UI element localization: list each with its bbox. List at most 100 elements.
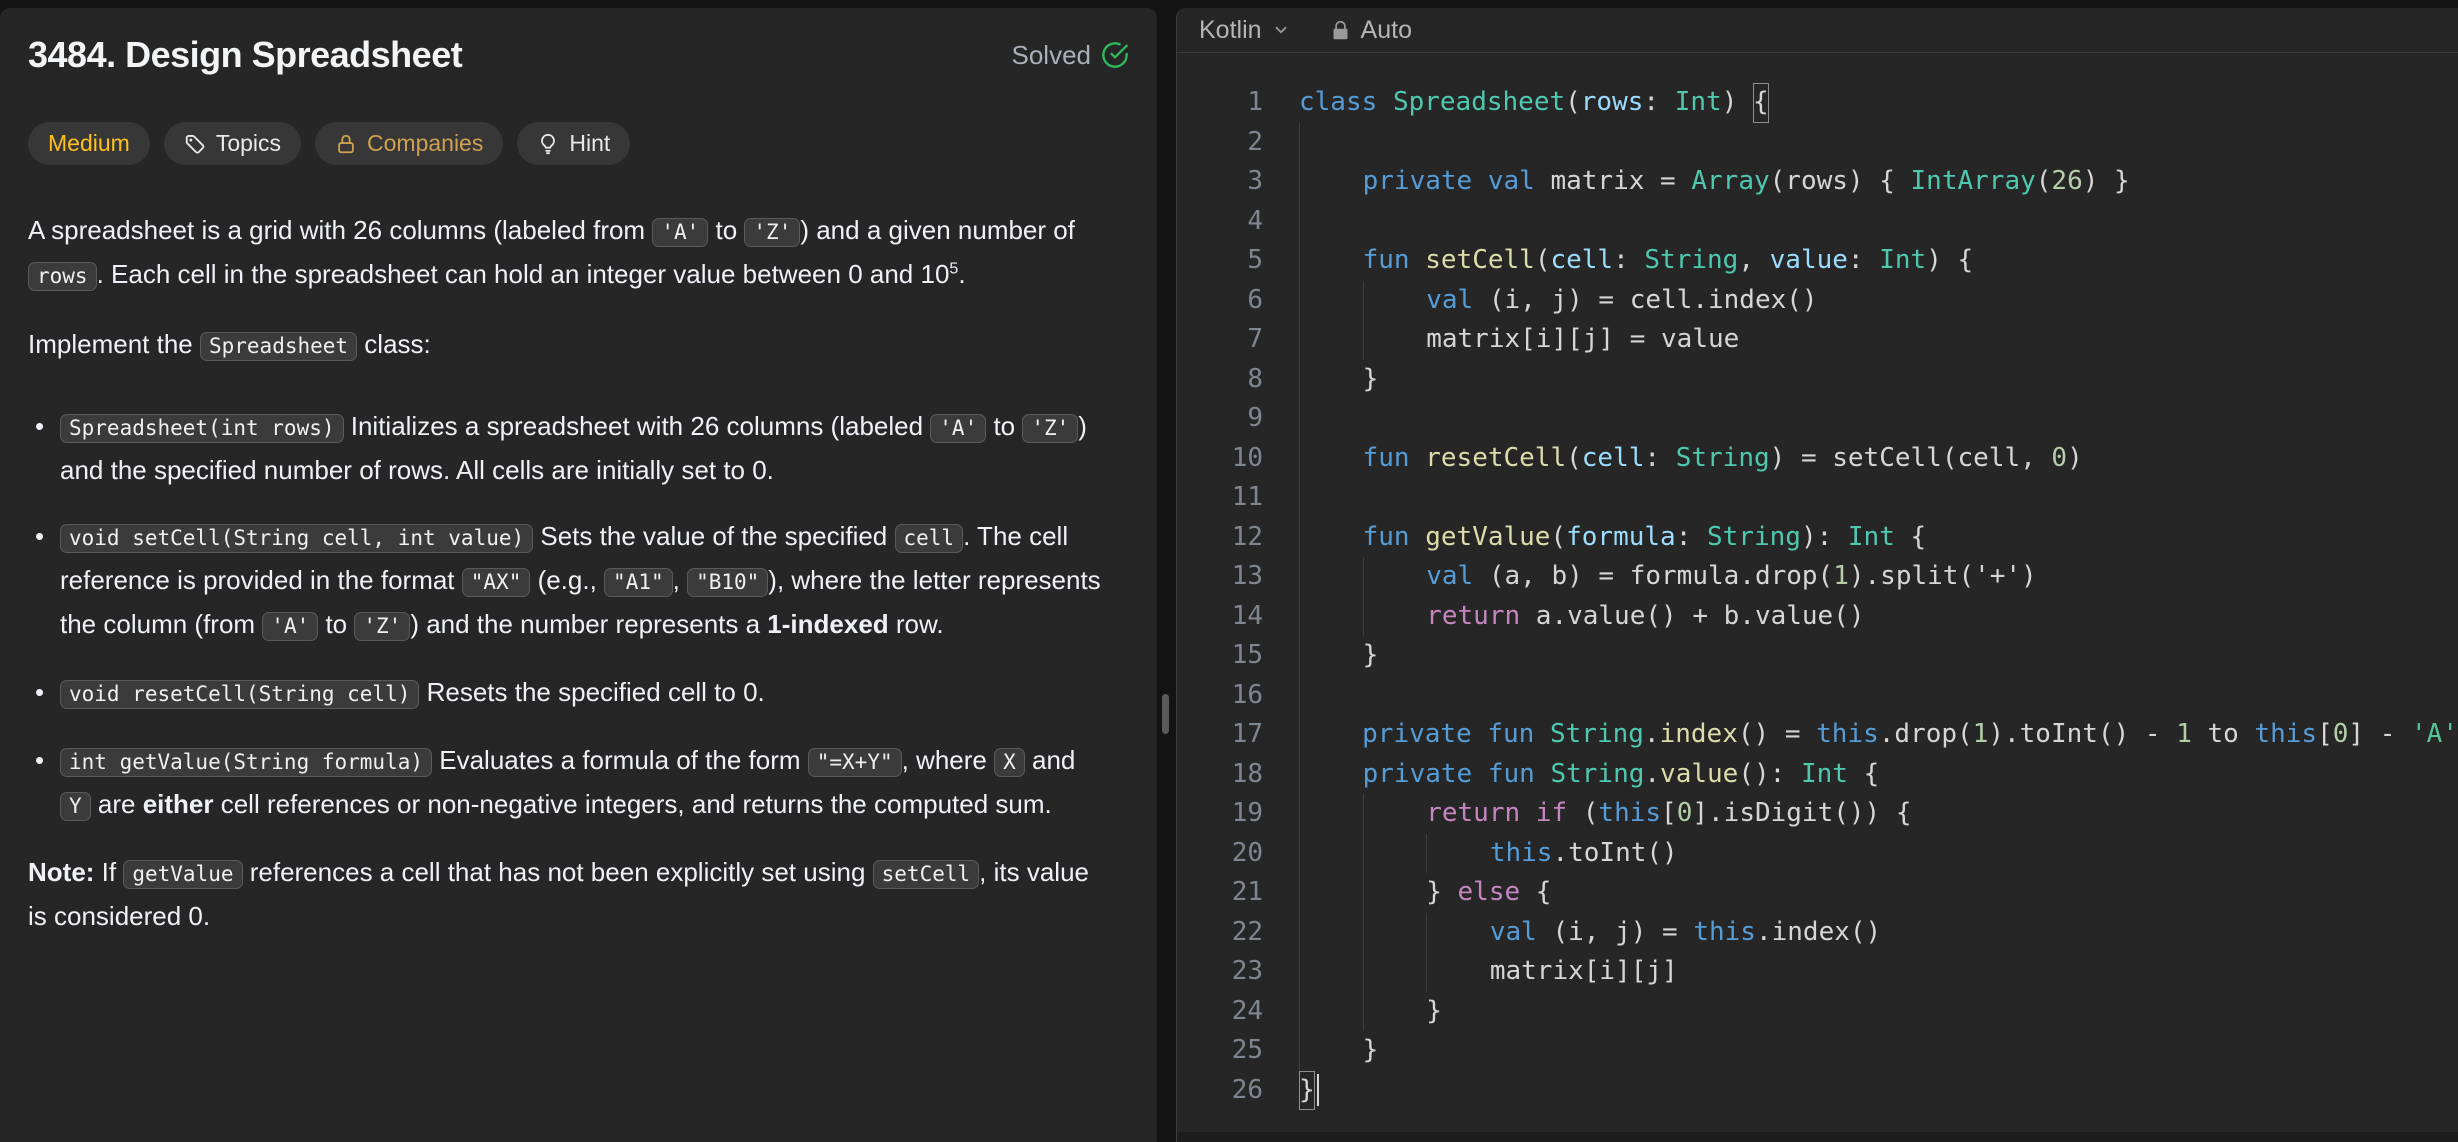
topics-label: Topics (216, 130, 281, 157)
code-line: 21} else { (1177, 873, 2458, 913)
text-segment: to (318, 609, 354, 639)
companies-badge[interactable]: Companies (315, 122, 503, 165)
line-number: 23 (1177, 952, 1263, 992)
inline-code: int getValue(String formula) (60, 748, 432, 777)
indent-guide (1299, 557, 1363, 597)
code-token: (rows) { (1770, 162, 1911, 202)
text-segment: A spreadsheet is a grid with 26 columns … (28, 215, 652, 245)
indent-guide (1299, 715, 1362, 755)
code-token: val (1488, 162, 1535, 202)
indent-guide (1299, 241, 1363, 281)
text-segment: are (91, 789, 143, 819)
code-token: Spreadsheet (1393, 83, 1565, 123)
code-token (1535, 755, 1551, 795)
inline-code: 'A' (652, 218, 708, 247)
solved-status: Solved (1012, 40, 1130, 71)
check-circle-icon (1101, 41, 1129, 69)
code-token: { (1895, 518, 1926, 558)
language-label: Kotlin (1199, 16, 1262, 45)
code-line: 10fun resetCell(cell: String) = setCell(… (1177, 439, 2458, 479)
code-token: getValue (1425, 518, 1550, 558)
code-token: (): (1738, 755, 1801, 795)
code-line: 13val (a, b) = formula.drop(1).split('+'… (1177, 557, 2458, 597)
language-selector[interactable]: Kotlin (1199, 16, 1290, 45)
indent-guide (1299, 636, 1363, 676)
code-token: rows (1581, 83, 1644, 123)
code-line: 9 (1177, 399, 2458, 439)
topics-badge[interactable]: Topics (164, 122, 301, 165)
code-token: : (1613, 241, 1644, 281)
code-token: 0 (2051, 439, 2067, 479)
code-token: index (1660, 715, 1738, 755)
line-number: 10 (1177, 439, 1263, 479)
code-token: this (2254, 715, 2317, 755)
line-number: 8 (1177, 360, 1263, 400)
indent-guide (1299, 913, 1363, 953)
code-token: } (1426, 992, 1442, 1032)
code-token: ): (1801, 518, 1848, 558)
line-number: 11 (1177, 478, 1263, 518)
panel-resize-handle[interactable] (1162, 694, 1169, 734)
tag-icon (184, 133, 206, 155)
inline-code: 'Z' (354, 612, 410, 641)
code-token: ( (1567, 794, 1598, 834)
code-token: formula (1566, 518, 1676, 558)
line-number: 25 (1177, 1031, 1263, 1071)
code-area[interactable]: 1class Spreadsheet(rows: Int) {23private… (1177, 53, 2458, 1110)
code-token: 26 (2051, 162, 2082, 202)
code-token: return (1426, 597, 1520, 637)
line-number: 1 (1177, 83, 1263, 123)
indent-guide (1299, 439, 1363, 479)
code-line: 6val (i, j) = cell.index() (1177, 281, 2458, 321)
inline-code: setCell (873, 860, 980, 889)
indent-guide (1426, 834, 1490, 874)
indent-guide (1299, 162, 1363, 202)
text-segment: Sets the value of the specified (533, 521, 894, 551)
hint-badge[interactable]: Hint (517, 122, 630, 165)
code-token: setCell (1425, 241, 1535, 281)
difficulty-badge[interactable]: Medium (28, 122, 150, 165)
indent-guide (1363, 992, 1427, 1032)
indent-guide (1299, 755, 1363, 795)
code-token: matrix[i][j] = value (1426, 320, 1739, 360)
companies-label: Companies (367, 130, 483, 157)
indent-guide (1299, 597, 1363, 637)
code-line: 7 matrix[i][j] = value (1177, 320, 2458, 360)
code-token: this (1598, 794, 1661, 834)
line-number: 19 (1177, 794, 1263, 834)
text-segment: ) and a given number of (800, 215, 1075, 245)
text-segment: cell references or non-negative integers… (214, 789, 1052, 819)
code-token: Int (1675, 83, 1722, 123)
code-token: fun (1363, 241, 1410, 281)
code-line: 4 (1177, 202, 2458, 242)
code-line: 16 (1177, 676, 2458, 716)
code-token: 1 (1833, 557, 1849, 597)
code-line: 14return a.value() + b.value() (1177, 597, 2458, 637)
code-token (1410, 439, 1426, 479)
text-segment: Note: (28, 857, 94, 887)
code-token: : (1676, 518, 1707, 558)
line-number: 26 (1177, 1071, 1263, 1111)
method-list-item: void resetCell(String cell) Resets the s… (28, 671, 1112, 715)
code-token: Array (1691, 162, 1769, 202)
code-line: 22val (i, j) = this.index() (1177, 913, 2458, 953)
code-token: ) (2067, 439, 2083, 479)
text-segment: , (673, 565, 687, 595)
code-token: value (1770, 241, 1848, 281)
code-token: ( (1535, 241, 1551, 281)
editor-panel: Kotlin Auto 1class Spreadsheet(rows: Int… (1176, 8, 2458, 1142)
code-line: 24} (1177, 992, 2458, 1032)
line-number: 6 (1177, 281, 1263, 321)
badge-row: Medium Topics Companies Hint (28, 122, 1129, 165)
hint-label: Hint (569, 130, 610, 157)
code-token: ( (1550, 518, 1566, 558)
code-token (1520, 794, 1536, 834)
auto-mode-toggle[interactable]: Auto (1330, 16, 1412, 45)
code-token: { (1753, 83, 1769, 123)
code-token: ).toInt() - (1988, 715, 2176, 755)
code-token: this (1490, 834, 1553, 874)
problem-description: A spreadsheet is a grid with 26 columns … (28, 209, 1112, 937)
line-number: 7 (1177, 320, 1263, 360)
code-token: Int (1848, 518, 1895, 558)
text-segment: to (986, 411, 1022, 441)
